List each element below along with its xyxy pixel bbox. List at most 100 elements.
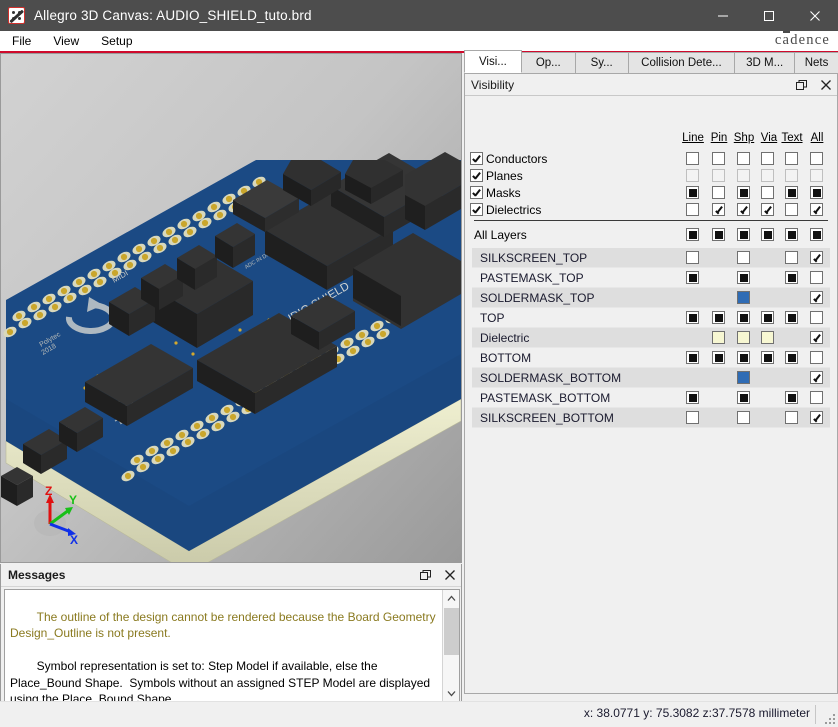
col-header-text[interactable]: Text [777,132,807,144]
scroll-up-icon[interactable] [443,590,459,607]
bottom-pin-checkbox[interactable] [712,351,725,364]
planes-all-checkbox[interactable] [810,169,823,182]
pastemask-top-text-checkbox[interactable] [785,271,798,284]
pastemask-top-shp-checkbox[interactable] [737,271,750,284]
all-layers-shp-checkbox[interactable] [737,228,750,241]
top-text-checkbox[interactable] [785,311,798,324]
restore-window-icon[interactable] [418,568,432,582]
soldermask-bottom-all-checkbox[interactable] [810,371,823,384]
dielectrics-shp-checkbox[interactable] [737,203,750,216]
soldermask-bottom-shp-checkbox[interactable] [737,371,750,384]
tab-3d-models[interactable]: 3D M... [734,52,796,73]
scrollbar-thumb[interactable] [444,608,459,655]
close-icon[interactable] [792,0,838,31]
conductors-shp-checkbox[interactable] [737,152,750,165]
planes-checkbox[interactable] [470,169,483,182]
pastemask-top-all-checkbox[interactable] [810,271,823,284]
silkscreen-bottom-text-checkbox[interactable] [785,411,798,424]
layer-row-pastemask-top[interactable]: PASTEMASK_TOP [472,268,830,288]
soldermask-top-all-checkbox[interactable] [810,291,823,304]
dielectric-shp-checkbox[interactable] [737,331,750,344]
dielectrics-via-checkbox[interactable] [761,203,774,216]
planes-via-checkbox[interactable] [761,169,774,182]
layer-row-bottom[interactable]: BOTTOM [472,348,830,368]
tab-nets[interactable]: Nets [794,52,838,73]
soldermask-top-shp-checkbox[interactable] [737,291,750,304]
messages-scrollbar[interactable] [442,590,459,702]
dielectric-all-checkbox[interactable] [810,331,823,344]
layer-row-soldermask-bottom[interactable]: SOLDERMASK_BOTTOM [472,368,830,388]
masks-shp-checkbox[interactable] [737,186,750,199]
resize-grip-icon[interactable] [823,712,835,724]
silkscreen-top-all-checkbox[interactable] [810,251,823,264]
dielectric-via-checkbox[interactable] [761,331,774,344]
pastemask-top-line-checkbox[interactable] [686,271,699,284]
masks-pin-checkbox[interactable] [712,186,725,199]
menu-item-setup[interactable]: Setup [91,32,142,50]
top-pin-checkbox[interactable] [712,311,725,324]
restore-window-icon[interactable] [794,78,808,92]
masks-via-checkbox[interactable] [761,186,774,199]
pastemask-bottom-all-checkbox[interactable] [810,391,823,404]
scroll-down-icon[interactable] [443,685,459,702]
masks-checkbox[interactable] [470,186,483,199]
layer-row-dielectric[interactable]: Dielectric [472,328,830,348]
all-layers-text-checkbox[interactable] [785,228,798,241]
layer-row-top[interactable]: TOP [472,308,830,328]
bottom-shp-checkbox[interactable] [737,351,750,364]
silkscreen-top-line-checkbox[interactable] [686,251,699,264]
layer-row-pastemask-bottom[interactable]: PASTEMASK_BOTTOM [472,388,830,408]
messages-log[interactable]: The outline of the design cannot be rend… [4,589,460,703]
silkscreen-top-shp-checkbox[interactable] [737,251,750,264]
menu-item-file[interactable]: File [2,32,41,50]
menu-item-view[interactable]: View [43,32,89,50]
dielectric-pin-checkbox[interactable] [712,331,725,344]
tab-sync[interactable]: Sy... [574,52,629,73]
conductors-all-checkbox[interactable] [810,152,823,165]
top-all-checkbox[interactable] [810,311,823,324]
close-icon[interactable] [443,568,457,582]
dielectrics-line-checkbox[interactable] [686,203,699,216]
planes-pin-checkbox[interactable] [712,169,725,182]
dielectrics-text-checkbox[interactable] [785,203,798,216]
col-header-line[interactable]: Line [679,132,707,144]
pastemask-bottom-text-checkbox[interactable] [785,391,798,404]
silkscreen-top-text-checkbox[interactable] [785,251,798,264]
conductors-via-checkbox[interactable] [761,152,774,165]
layer-row-silkscreen-top[interactable]: SILKSCREEN_TOP [472,248,830,268]
all-layers-via-checkbox[interactable] [761,228,774,241]
dielectrics-checkbox[interactable] [470,203,483,216]
masks-all-checkbox[interactable] [810,186,823,199]
minimize-icon[interactable] [700,0,746,31]
col-header-all[interactable]: All [805,132,829,144]
planes-shp-checkbox[interactable] [737,169,750,182]
silkscreen-bottom-line-checkbox[interactable] [686,411,699,424]
all-layers-all-checkbox[interactable] [810,228,823,241]
masks-text-checkbox[interactable] [785,186,798,199]
tab-visibility[interactable]: Visi... [464,50,522,73]
all-layers-line-checkbox[interactable] [686,228,699,241]
maximize-icon[interactable] [746,0,792,31]
planes-text-checkbox[interactable] [785,169,798,182]
bottom-via-checkbox[interactable] [761,351,774,364]
pastemask-bottom-shp-checkbox[interactable] [737,391,750,404]
bottom-line-checkbox[interactable] [686,351,699,364]
planes-line-checkbox[interactable] [686,169,699,182]
bottom-text-checkbox[interactable] [785,351,798,364]
dielectrics-pin-checkbox[interactable] [712,203,725,216]
layer-row-silkscreen-bottom[interactable]: SILKSCREEN_BOTTOM [472,408,830,428]
conductors-text-checkbox[interactable] [785,152,798,165]
dielectrics-all-checkbox[interactable] [810,203,823,216]
top-shp-checkbox[interactable] [737,311,750,324]
masks-line-checkbox[interactable] [686,186,699,199]
close-icon[interactable] [819,78,833,92]
silkscreen-bottom-shp-checkbox[interactable] [737,411,750,424]
all-layers-pin-checkbox[interactable] [712,228,725,241]
conductors-checkbox[interactable] [470,152,483,165]
top-via-checkbox[interactable] [761,311,774,324]
top-line-checkbox[interactable] [686,311,699,324]
3d-canvas-viewport[interactable]: Polytec 2018 MIDI MEA ADC IN DAC IN NUCL… [0,53,462,563]
silkscreen-bottom-all-checkbox[interactable] [810,411,823,424]
tab-collision-detection[interactable]: Collision Dete... [627,52,736,73]
conductors-pin-checkbox[interactable] [712,152,725,165]
